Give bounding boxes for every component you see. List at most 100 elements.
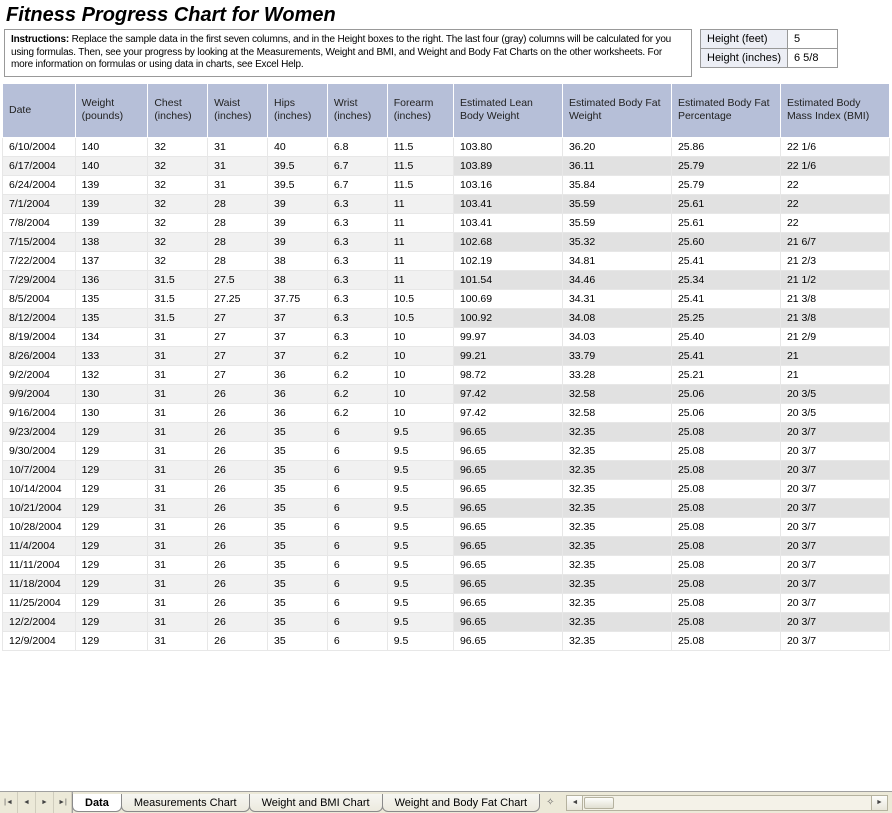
- table-cell[interactable]: 39: [268, 194, 328, 213]
- table-cell[interactable]: 35.84: [562, 175, 671, 194]
- table-cell[interactable]: 31.5: [148, 289, 208, 308]
- table-cell[interactable]: 11.5: [387, 137, 453, 156]
- table-cell[interactable]: 129: [75, 631, 148, 650]
- table-cell[interactable]: 20 3/7: [780, 536, 889, 555]
- table-cell[interactable]: 139: [75, 213, 148, 232]
- table-cell[interactable]: 25.61: [671, 213, 780, 232]
- table-cell[interactable]: 10: [387, 327, 453, 346]
- table-cell[interactable]: 31: [208, 175, 268, 194]
- table-cell[interactable]: 36: [268, 384, 328, 403]
- table-cell[interactable]: 25.25: [671, 308, 780, 327]
- table-cell[interactable]: 26: [208, 403, 268, 422]
- table-cell[interactable]: 39: [268, 232, 328, 251]
- table-cell[interactable]: 135: [75, 289, 148, 308]
- table-cell[interactable]: 11: [387, 194, 453, 213]
- table-cell[interactable]: 25.41: [671, 289, 780, 308]
- table-cell[interactable]: 32: [148, 175, 208, 194]
- table-cell[interactable]: 39: [268, 213, 328, 232]
- column-header[interactable]: Hips (inches): [268, 83, 328, 137]
- column-header[interactable]: Estimated Lean Body Weight: [453, 83, 562, 137]
- table-cell[interactable]: 26: [208, 441, 268, 460]
- table-cell[interactable]: 21 3/8: [780, 308, 889, 327]
- table-cell[interactable]: 129: [75, 517, 148, 536]
- table-cell[interactable]: 33.79: [562, 346, 671, 365]
- table-cell[interactable]: 26: [208, 612, 268, 631]
- table-cell[interactable]: 31: [148, 346, 208, 365]
- table-cell[interactable]: 33.28: [562, 365, 671, 384]
- table-cell[interactable]: 25.61: [671, 194, 780, 213]
- table-cell[interactable]: 25.08: [671, 555, 780, 574]
- table-cell[interactable]: 35: [268, 460, 328, 479]
- table-cell[interactable]: 9.5: [387, 441, 453, 460]
- table-cell[interactable]: 32: [148, 213, 208, 232]
- table-cell[interactable]: 31: [148, 612, 208, 631]
- table-cell[interactable]: 32: [148, 194, 208, 213]
- table-cell[interactable]: 31: [148, 574, 208, 593]
- table-cell[interactable]: 11: [387, 270, 453, 289]
- table-cell[interactable]: 6/17/2004: [3, 156, 76, 175]
- table-cell[interactable]: 35: [268, 612, 328, 631]
- table-cell[interactable]: 26: [208, 517, 268, 536]
- table-cell[interactable]: 96.65: [453, 422, 562, 441]
- table-cell[interactable]: 31: [148, 441, 208, 460]
- table-cell[interactable]: 25.08: [671, 536, 780, 555]
- table-cell[interactable]: 9.5: [387, 631, 453, 650]
- table-cell[interactable]: 9.5: [387, 517, 453, 536]
- table-cell[interactable]: 10: [387, 346, 453, 365]
- table-cell[interactable]: 6.2: [327, 346, 387, 365]
- table-cell[interactable]: 9/16/2004: [3, 403, 76, 422]
- table-cell[interactable]: 7/1/2004: [3, 194, 76, 213]
- table-cell[interactable]: 10/21/2004: [3, 498, 76, 517]
- table-cell[interactable]: 25.08: [671, 517, 780, 536]
- table-cell[interactable]: 36.11: [562, 156, 671, 175]
- table-cell[interactable]: 37: [268, 308, 328, 327]
- table-cell[interactable]: 139: [75, 194, 148, 213]
- table-cell[interactable]: 38: [268, 270, 328, 289]
- table-cell[interactable]: 34.31: [562, 289, 671, 308]
- table-cell[interactable]: 129: [75, 498, 148, 517]
- table-cell[interactable]: 25.79: [671, 175, 780, 194]
- table-cell[interactable]: 11: [387, 213, 453, 232]
- table-cell[interactable]: 10: [387, 403, 453, 422]
- table-cell[interactable]: 10/28/2004: [3, 517, 76, 536]
- table-cell[interactable]: 140: [75, 137, 148, 156]
- table-cell[interactable]: 31: [148, 327, 208, 346]
- table-cell[interactable]: 129: [75, 555, 148, 574]
- table-cell[interactable]: 25.08: [671, 612, 780, 631]
- table-cell[interactable]: 6: [327, 574, 387, 593]
- table-cell[interactable]: 32.35: [562, 498, 671, 517]
- column-header[interactable]: Estimated Body Fat Weight: [562, 83, 671, 137]
- table-cell[interactable]: 32.35: [562, 422, 671, 441]
- data-table[interactable]: DateWeight (pounds)Chest (inches)Waist (…: [2, 83, 890, 651]
- sheet-tab-data[interactable]: Data: [72, 794, 122, 812]
- table-cell[interactable]: 10/14/2004: [3, 479, 76, 498]
- table-cell[interactable]: 25.08: [671, 498, 780, 517]
- table-cell[interactable]: 20 3/7: [780, 517, 889, 536]
- table-cell[interactable]: 6.3: [327, 232, 387, 251]
- sheet-tab-weight-fat[interactable]: Weight and Body Fat Chart: [382, 794, 540, 812]
- table-cell[interactable]: 6: [327, 593, 387, 612]
- table-cell[interactable]: 25.34: [671, 270, 780, 289]
- table-cell[interactable]: 35: [268, 498, 328, 517]
- table-cell[interactable]: 34.81: [562, 251, 671, 270]
- table-cell[interactable]: 27: [208, 365, 268, 384]
- table-cell[interactable]: 28: [208, 194, 268, 213]
- table-cell[interactable]: 32.35: [562, 441, 671, 460]
- table-cell[interactable]: 129: [75, 536, 148, 555]
- table-cell[interactable]: 6.3: [327, 270, 387, 289]
- table-cell[interactable]: 35: [268, 555, 328, 574]
- table-cell[interactable]: 36.20: [562, 137, 671, 156]
- table-cell[interactable]: 98.72: [453, 365, 562, 384]
- column-header[interactable]: Wrist (inches): [327, 83, 387, 137]
- table-cell[interactable]: 9/9/2004: [3, 384, 76, 403]
- table-cell[interactable]: 101.54: [453, 270, 562, 289]
- table-cell[interactable]: 35.59: [562, 194, 671, 213]
- table-cell[interactable]: 25.86: [671, 137, 780, 156]
- table-cell[interactable]: 10: [387, 365, 453, 384]
- table-cell[interactable]: 27.25: [208, 289, 268, 308]
- table-cell[interactable]: 129: [75, 593, 148, 612]
- table-cell[interactable]: 25.08: [671, 631, 780, 650]
- table-cell[interactable]: 130: [75, 384, 148, 403]
- table-cell[interactable]: 103.41: [453, 194, 562, 213]
- table-cell[interactable]: 129: [75, 460, 148, 479]
